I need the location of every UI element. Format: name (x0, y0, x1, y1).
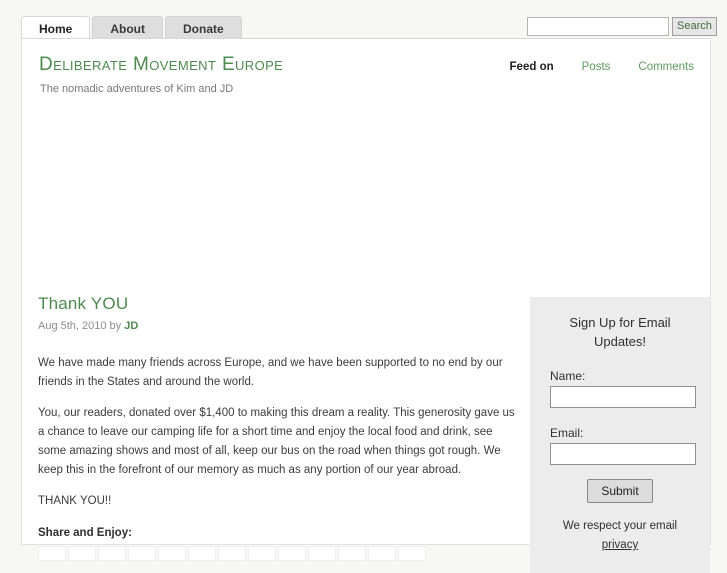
post-body: We have made many friends across Europe,… (38, 354, 523, 511)
share-button-placeholder[interactable] (368, 546, 396, 561)
page-container: Deliberate Movement Europe The nomadic a… (21, 38, 711, 573)
site-header: Deliberate Movement Europe The nomadic a… (22, 39, 710, 101)
post-paragraph: You, our readers, donated over $1,400 to… (38, 407, 515, 476)
share-button-placeholder[interactable] (38, 546, 66, 561)
feed-link-posts[interactable]: Posts (582, 61, 611, 73)
site-tagline: The nomadic adventures of Kim and JD (40, 83, 234, 95)
sidebar-email-signup-widget: Sign Up for Email Updates! Name: Email: … (530, 297, 710, 573)
share-button-placeholder[interactable] (398, 546, 426, 561)
search-button[interactable]: Search (672, 17, 717, 36)
post-paragraph: We have made many friends across Europe,… (38, 357, 503, 388)
email-field-label: Email: (550, 426, 584, 440)
share-button-placeholder[interactable] (218, 546, 246, 561)
search-input[interactable] (527, 17, 669, 36)
submit-button[interactable]: Submit (587, 479, 653, 503)
feed-link-comments[interactable]: Comments (638, 61, 694, 73)
share-button-placeholder[interactable] (338, 546, 366, 561)
share-button-placeholder[interactable] (278, 546, 306, 561)
search-form: Search (527, 17, 717, 36)
share-button-placeholder[interactable] (248, 546, 276, 561)
feed-label: Feed on (509, 61, 554, 73)
site-title[interactable]: Deliberate Movement Europe (39, 54, 283, 76)
widget-title: Sign Up for Email Updates! (569, 315, 671, 349)
share-button-placeholder[interactable] (158, 546, 186, 561)
privacy-note: We respect your email privacy (530, 517, 710, 555)
top-bar: Home About Donate Search (0, 0, 727, 42)
share-button-placeholder[interactable] (308, 546, 336, 561)
share-button-placeholder[interactable] (98, 546, 126, 561)
name-input[interactable] (550, 386, 696, 408)
post-meta: Aug 5th, 2010 by JD (38, 320, 523, 332)
share-buttons-row (38, 546, 523, 561)
privacy-text: We respect your email (562, 520, 678, 532)
share-button-placeholder[interactable] (128, 546, 156, 561)
post-paragraph: THANK YOU!! (38, 495, 112, 507)
share-button-placeholder[interactable] (188, 546, 216, 561)
name-field-label: Name: (550, 369, 586, 383)
article: Thank YOU Aug 5th, 2010 by JD We have ma… (38, 294, 523, 561)
share-button-placeholder[interactable] (68, 546, 96, 561)
post-title[interactable]: Thank YOU (38, 294, 523, 314)
email-input[interactable] (550, 443, 696, 465)
post-date: Aug 5th, 2010 by (38, 320, 122, 332)
header-banner-area (22, 101, 710, 294)
post-author-link[interactable]: JD (124, 320, 138, 332)
privacy-link[interactable]: privacy (602, 539, 638, 551)
feed-bar: Feed on Posts Comments (510, 61, 694, 73)
share-section-title: Share and Enjoy: (38, 527, 132, 539)
